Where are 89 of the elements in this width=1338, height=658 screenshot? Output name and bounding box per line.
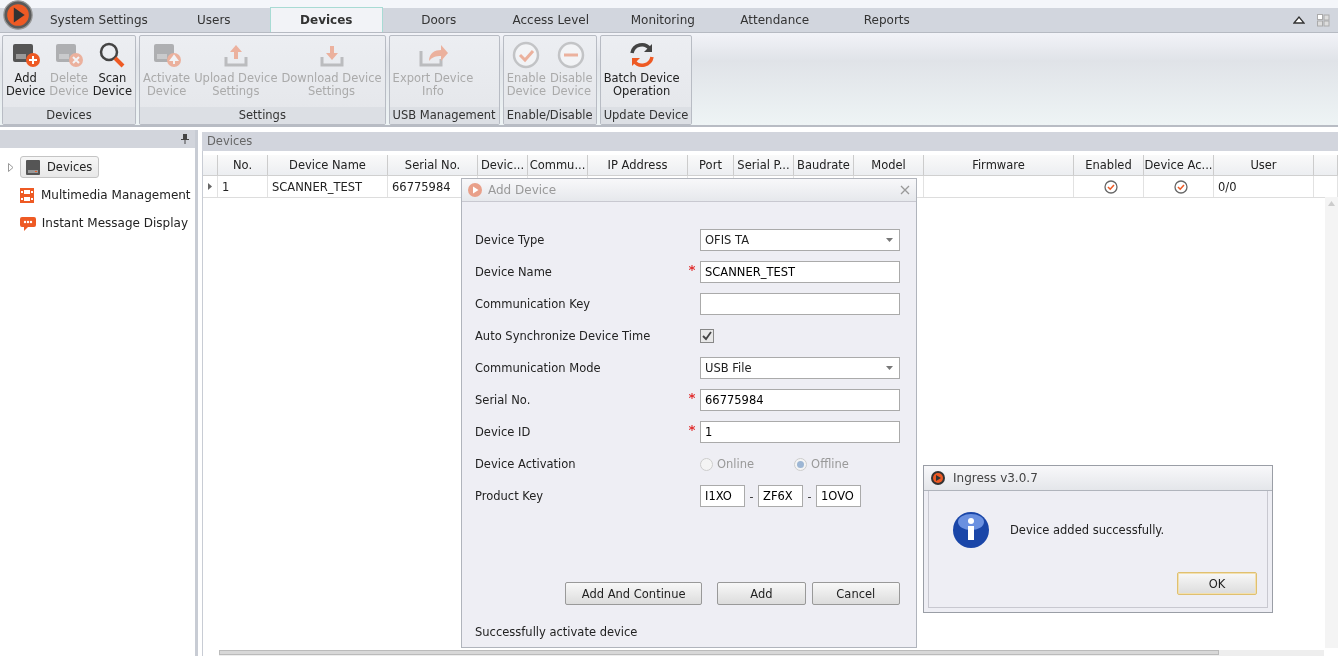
checkbox[interactable] [700, 329, 714, 343]
group-label: Devices [3, 107, 136, 124]
layout-icon[interactable] [1317, 13, 1330, 27]
dialog-title: Add Device [488, 183, 557, 197]
column-header[interactable]: Port [688, 155, 734, 175]
pin-icon[interactable] [181, 134, 189, 144]
table-cell: SCANNER_TEST [272, 179, 363, 194]
radio-circle-icon [794, 457, 808, 471]
dropdown-arrow-icon [886, 366, 893, 370]
field-label: Auto Synchronize Device Time [475, 329, 652, 343]
column-header[interactable]: Enabled [1074, 155, 1144, 175]
info-icon [952, 511, 990, 549]
table-cell: 66775984 [392, 179, 451, 194]
ribbon-button[interactable]: Batch Device Operation [601, 38, 682, 107]
close-icon[interactable] [900, 185, 910, 195]
group-label: Enable/Disable [503, 107, 596, 124]
field-label: Communication Mode [475, 361, 602, 375]
dialog-title: Ingress v3.0.7 [953, 471, 1038, 485]
ok-button[interactable]: OK [1177, 572, 1257, 595]
required-icon [688, 393, 695, 399]
separator-text: - [806, 489, 813, 503]
column-header[interactable]: Devic... [478, 155, 528, 175]
ribbon-tab[interactable]: Monitoring [606, 8, 719, 32]
table-cell: 0/0 [1218, 179, 1237, 194]
status-text: Successfully activate device [475, 625, 639, 639]
required-icon [688, 265, 695, 271]
ribbon-button[interactable]: Add Device [4, 38, 48, 107]
column-header[interactable]: Model [854, 155, 924, 175]
sidebar-item[interactable]: Devices [20, 156, 100, 178]
ribbon-tab[interactable]: Access Level [494, 8, 607, 32]
sidebar-item[interactable]: Instant Message Display [14, 210, 195, 236]
ribbon-button[interactable]: Scan Device [90, 38, 135, 107]
column-header[interactable]: IP Address [588, 155, 688, 175]
chat-icon [19, 215, 36, 231]
dialog-button[interactable]: Add And Continue [565, 582, 703, 605]
column-header[interactable]: Commu... [528, 155, 588, 175]
separator-text: - [748, 489, 755, 503]
dialog-button[interactable]: Cancel [811, 582, 900, 605]
app-logo-icon [931, 471, 945, 485]
collapse-ribbon-icon[interactable] [1293, 15, 1305, 25]
input-field[interactable] [700, 293, 900, 315]
key-field[interactable]: 1OVO [816, 485, 861, 507]
column-header[interactable]: User [1214, 155, 1314, 175]
column-header[interactable]: Baudrate [794, 155, 854, 175]
device-icon [25, 159, 41, 175]
column-header[interactable]: No. [218, 155, 268, 175]
dropdown-arrow-icon [886, 238, 893, 242]
field-label: Device Type [475, 233, 546, 247]
ribbon-tab[interactable]: Devices [269, 7, 383, 32]
dropdown[interactable]: OFIS TA [700, 229, 900, 251]
field-label: Communication Key [475, 297, 592, 311]
ribbon-tab[interactable]: Attendance [718, 8, 831, 32]
column-header[interactable]: Serial P... [734, 155, 794, 175]
panel-title: Devices [202, 132, 1338, 151]
film-icon [19, 187, 35, 203]
sidebar-item[interactable]: Multimedia Management [14, 182, 198, 208]
required-icon [688, 425, 695, 431]
expand-caret-icon[interactable] [8, 162, 14, 172]
input-field[interactable]: 1 [700, 421, 900, 443]
ribbon-tab[interactable]: Reports [830, 8, 943, 32]
device-cross-icon [53, 41, 85, 69]
message-text: Device added successfully. [1010, 523, 1165, 537]
group-label: Settings [140, 107, 385, 124]
field-label: Device Name [475, 265, 553, 279]
scroll-thumb[interactable] [219, 650, 1219, 655]
ribbon-tab[interactable]: Users [157, 8, 270, 32]
input-field[interactable]: SCANNER_TEST [700, 261, 900, 283]
group-label: USB Management [389, 107, 499, 124]
key-field[interactable]: I1XO [700, 485, 745, 507]
table-cell: 1 [222, 179, 230, 194]
dialog-button[interactable]: Add [717, 582, 806, 605]
column-header[interactable]: Device Ac... [1144, 155, 1214, 175]
radio-circle-icon [700, 457, 713, 471]
column-header[interactable]: Device Name [268, 155, 388, 175]
field-label: Device ID [475, 425, 532, 439]
key-field[interactable]: ZF6X [758, 485, 803, 507]
field-label: Device Activation [475, 457, 577, 471]
dropdown[interactable]: USB File [700, 357, 900, 379]
column-header[interactable]: Serial No. [388, 155, 478, 175]
ribbon-tab[interactable]: Doors [382, 8, 495, 32]
app-logo-icon [468, 183, 482, 197]
scroll-up-icon[interactable] [1328, 201, 1335, 206]
field-label: Serial No. [475, 393, 532, 407]
field-label: Product Key [475, 489, 545, 503]
group-label: Update Device [600, 107, 692, 124]
ribbon-tab[interactable]: System Settings [40, 8, 158, 32]
input-field[interactable]: 66775984 [700, 389, 900, 411]
column-header[interactable]: Firmware [924, 155, 1074, 175]
row-pointer-icon [208, 183, 212, 190]
